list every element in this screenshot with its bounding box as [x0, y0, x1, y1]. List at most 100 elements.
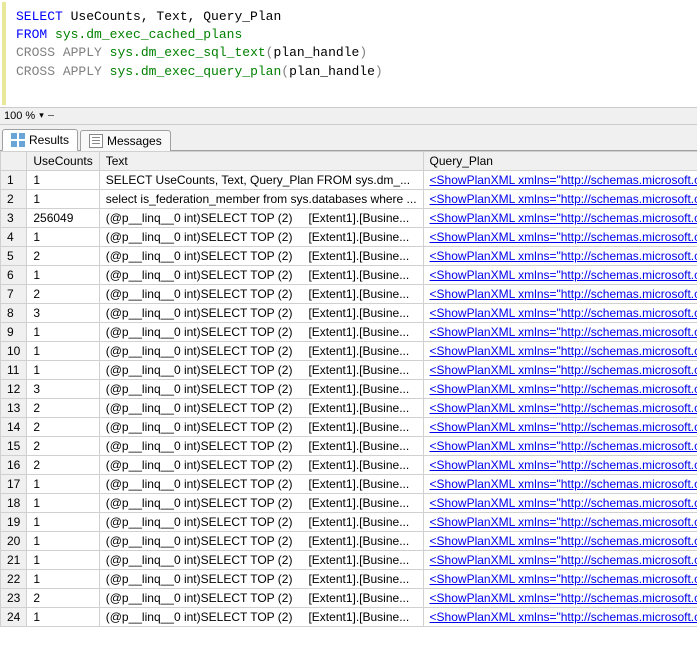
cell-queryplan[interactable]: <ShowPlanXML xmlns="http://schemas.micro…: [423, 341, 697, 360]
showplan-link[interactable]: <ShowPlanXML xmlns="http://schemas.micro…: [430, 591, 697, 605]
cell-text[interactable]: SELECT UseCounts, Text, Query_Plan FROM …: [99, 170, 423, 189]
showplan-link[interactable]: <ShowPlanXML xmlns="http://schemas.micro…: [430, 401, 697, 415]
cell-text[interactable]: (@p__linq__0 int)SELECT TOP (2)[Extent1]…: [99, 227, 423, 246]
cell-usecounts[interactable]: 2: [27, 455, 99, 474]
cell-queryplan[interactable]: <ShowPlanXML xmlns="http://schemas.micro…: [423, 322, 697, 341]
showplan-link[interactable]: <ShowPlanXML xmlns="http://schemas.micro…: [430, 382, 697, 396]
table-row[interactable]: 83(@p__linq__0 int)SELECT TOP (2)[Extent…: [1, 303, 697, 322]
row-number[interactable]: 14: [1, 417, 27, 436]
table-row[interactable]: 91(@p__linq__0 int)SELECT TOP (2)[Extent…: [1, 322, 697, 341]
cell-text[interactable]: (@p__linq__0 int)SELECT TOP (2)[Extent1]…: [99, 303, 423, 322]
showplan-link[interactable]: <ShowPlanXML xmlns="http://schemas.micro…: [430, 477, 697, 491]
table-row[interactable]: 232(@p__linq__0 int)SELECT TOP (2)[Exten…: [1, 588, 697, 607]
cell-usecounts[interactable]: 1: [27, 322, 99, 341]
showplan-link[interactable]: <ShowPlanXML xmlns="http://schemas.micro…: [430, 211, 697, 225]
cell-text[interactable]: (@p__linq__0 int)SELECT TOP (2)[Extent1]…: [99, 265, 423, 284]
row-number[interactable]: 17: [1, 474, 27, 493]
row-number[interactable]: 15: [1, 436, 27, 455]
cell-text[interactable]: (@p__linq__0 int)SELECT TOP (2)[Extent1]…: [99, 379, 423, 398]
cell-usecounts[interactable]: 1: [27, 227, 99, 246]
table-row[interactable]: 171(@p__linq__0 int)SELECT TOP (2)[Exten…: [1, 474, 697, 493]
cell-text[interactable]: (@p__linq__0 int)SELECT TOP (2)[Extent1]…: [99, 436, 423, 455]
cell-usecounts[interactable]: 2: [27, 246, 99, 265]
cell-queryplan[interactable]: <ShowPlanXML xmlns="http://schemas.micro…: [423, 474, 697, 493]
cell-text[interactable]: (@p__linq__0 int)SELECT TOP (2)[Extent1]…: [99, 569, 423, 588]
cell-usecounts[interactable]: 1: [27, 170, 99, 189]
showplan-link[interactable]: <ShowPlanXML xmlns="http://schemas.micro…: [430, 249, 697, 263]
cell-queryplan[interactable]: <ShowPlanXML xmlns="http://schemas.micro…: [423, 284, 697, 303]
cell-queryplan[interactable]: <ShowPlanXML xmlns="http://schemas.micro…: [423, 208, 697, 227]
cell-text[interactable]: (@p__linq__0 int)SELECT TOP (2)[Extent1]…: [99, 322, 423, 341]
cell-usecounts[interactable]: 2: [27, 588, 99, 607]
cell-queryplan[interactable]: <ShowPlanXML xmlns="http://schemas.micro…: [423, 512, 697, 531]
showplan-link[interactable]: <ShowPlanXML xmlns="http://schemas.micro…: [430, 458, 697, 472]
sql-editor[interactable]: SELECT UseCounts, Text, Query_Plan FROM …: [2, 2, 695, 105]
row-number[interactable]: 22: [1, 569, 27, 588]
row-number[interactable]: 23: [1, 588, 27, 607]
row-number[interactable]: 16: [1, 455, 27, 474]
cell-text[interactable]: (@p__linq__0 int)SELECT TOP (2)[Extent1]…: [99, 512, 423, 531]
row-number[interactable]: 2: [1, 189, 27, 208]
zoom-value[interactable]: 100 %: [4, 110, 35, 122]
table-row[interactable]: 3256049(@p__linq__0 int)SELECT TOP (2)[E…: [1, 208, 697, 227]
cell-usecounts[interactable]: 2: [27, 417, 99, 436]
row-number[interactable]: 7: [1, 284, 27, 303]
cell-queryplan[interactable]: <ShowPlanXML xmlns="http://schemas.micro…: [423, 417, 697, 436]
showplan-link[interactable]: <ShowPlanXML xmlns="http://schemas.micro…: [430, 572, 697, 586]
cell-text[interactable]: (@p__linq__0 int)SELECT TOP (2)[Extent1]…: [99, 360, 423, 379]
row-number[interactable]: 3: [1, 208, 27, 227]
cell-usecounts[interactable]: 2: [27, 284, 99, 303]
row-number[interactable]: 5: [1, 246, 27, 265]
table-row[interactable]: 11SELECT UseCounts, Text, Query_Plan FRO…: [1, 170, 697, 189]
row-number[interactable]: 4: [1, 227, 27, 246]
showplan-link[interactable]: <ShowPlanXML xmlns="http://schemas.micro…: [430, 287, 697, 301]
table-row[interactable]: 152(@p__linq__0 int)SELECT TOP (2)[Exten…: [1, 436, 697, 455]
zoom-dropdown-icon[interactable]: ▾: [39, 110, 44, 121]
showplan-link[interactable]: <ShowPlanXML xmlns="http://schemas.micro…: [430, 344, 697, 358]
cell-text[interactable]: (@p__linq__0 int)SELECT TOP (2)[Extent1]…: [99, 531, 423, 550]
cell-usecounts[interactable]: 2: [27, 398, 99, 417]
cell-text[interactable]: (@p__linq__0 int)SELECT TOP (2)[Extent1]…: [99, 208, 423, 227]
row-number[interactable]: 8: [1, 303, 27, 322]
cell-usecounts[interactable]: 1: [27, 531, 99, 550]
cell-usecounts[interactable]: 1: [27, 189, 99, 208]
row-number[interactable]: 11: [1, 360, 27, 379]
table-row[interactable]: 21select is_federation_member from sys.d…: [1, 189, 697, 208]
table-row[interactable]: 181(@p__linq__0 int)SELECT TOP (2)[Exten…: [1, 493, 697, 512]
header-text[interactable]: Text: [99, 151, 423, 170]
cell-queryplan[interactable]: <ShowPlanXML xmlns="http://schemas.micro…: [423, 170, 697, 189]
table-row[interactable]: 61(@p__linq__0 int)SELECT TOP (2)[Extent…: [1, 265, 697, 284]
cell-queryplan[interactable]: <ShowPlanXML xmlns="http://schemas.micro…: [423, 379, 697, 398]
cell-usecounts[interactable]: 3: [27, 303, 99, 322]
row-number[interactable]: 24: [1, 607, 27, 626]
table-row[interactable]: 201(@p__linq__0 int)SELECT TOP (2)[Exten…: [1, 531, 697, 550]
row-number[interactable]: 6: [1, 265, 27, 284]
row-number[interactable]: 9: [1, 322, 27, 341]
row-number[interactable]: 19: [1, 512, 27, 531]
showplan-link[interactable]: <ShowPlanXML xmlns="http://schemas.micro…: [430, 496, 697, 510]
results-grid-wrap[interactable]: UseCounts Text Query_Plan 11SELECT UseCo…: [0, 151, 697, 647]
showplan-link[interactable]: <ShowPlanXML xmlns="http://schemas.micro…: [430, 325, 697, 339]
cell-usecounts[interactable]: 256049: [27, 208, 99, 227]
header-usecounts[interactable]: UseCounts: [27, 151, 99, 170]
table-row[interactable]: 123(@p__linq__0 int)SELECT TOP (2)[Exten…: [1, 379, 697, 398]
cell-queryplan[interactable]: <ShowPlanXML xmlns="http://schemas.micro…: [423, 398, 697, 417]
table-row[interactable]: 41(@p__linq__0 int)SELECT TOP (2)[Extent…: [1, 227, 697, 246]
cell-queryplan[interactable]: <ShowPlanXML xmlns="http://schemas.micro…: [423, 436, 697, 455]
showplan-link[interactable]: <ShowPlanXML xmlns="http://schemas.micro…: [430, 553, 697, 567]
table-row[interactable]: 72(@p__linq__0 int)SELECT TOP (2)[Extent…: [1, 284, 697, 303]
cell-queryplan[interactable]: <ShowPlanXML xmlns="http://schemas.micro…: [423, 227, 697, 246]
row-number[interactable]: 18: [1, 493, 27, 512]
cell-queryplan[interactable]: <ShowPlanXML xmlns="http://schemas.micro…: [423, 303, 697, 322]
showplan-link[interactable]: <ShowPlanXML xmlns="http://schemas.micro…: [430, 439, 697, 453]
cell-text[interactable]: select is_federation_member from sys.dat…: [99, 189, 423, 208]
row-number[interactable]: 10: [1, 341, 27, 360]
cell-queryplan[interactable]: <ShowPlanXML xmlns="http://schemas.micro…: [423, 607, 697, 626]
table-row[interactable]: 52(@p__linq__0 int)SELECT TOP (2)[Extent…: [1, 246, 697, 265]
cell-usecounts[interactable]: 1: [27, 341, 99, 360]
cell-usecounts[interactable]: 1: [27, 493, 99, 512]
table-row[interactable]: 132(@p__linq__0 int)SELECT TOP (2)[Exten…: [1, 398, 697, 417]
cell-queryplan[interactable]: <ShowPlanXML xmlns="http://schemas.micro…: [423, 550, 697, 569]
cell-queryplan[interactable]: <ShowPlanXML xmlns="http://schemas.micro…: [423, 569, 697, 588]
header-rownum[interactable]: [1, 151, 27, 170]
